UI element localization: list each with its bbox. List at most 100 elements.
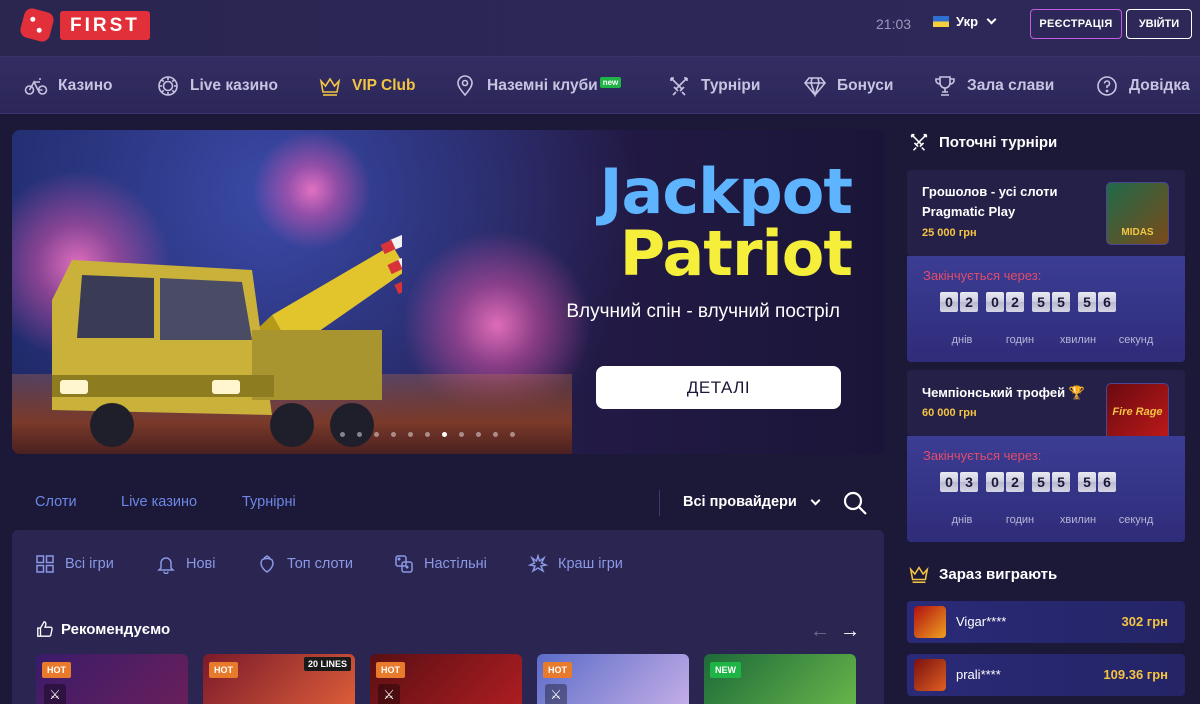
winner-row[interactable]: Vigar**** 302 грн (907, 601, 1185, 643)
tournament-prize: 60 000 грн (922, 407, 977, 419)
language-label: Укр (956, 14, 979, 29)
nav-item-vip-club[interactable]: VIP Club (318, 74, 415, 98)
strawberry-icon (260, 555, 274, 573)
recommended-title: Рекомендуємо (61, 620, 171, 638)
main-nav: Казино Live казино VIP Club Наземні клуб… (0, 57, 1200, 114)
carousel-dot[interactable] (425, 432, 430, 437)
filter-all-games[interactable]: Всі ігри (35, 554, 114, 574)
nav-label: Наземні клуби (487, 77, 598, 94)
chip-icon (158, 76, 178, 96)
carousel-dot[interactable] (442, 432, 447, 437)
countdown-digit: 2 (960, 292, 978, 312)
nav-item-bonuses[interactable]: Бонуси (803, 74, 893, 98)
game-card[interactable]: HOT ⚔ (370, 654, 522, 704)
game-card[interactable]: NEW (704, 654, 856, 704)
nav-item-hall-of-fame[interactable]: Зала слави (933, 74, 1054, 98)
arrow-right-icon[interactable]: → (840, 620, 860, 643)
hot-badge: HOT (42, 662, 71, 678)
carousel-dot[interactable] (340, 432, 345, 437)
minutes-digits: 55 (1032, 472, 1070, 492)
winner-name: prali**** (956, 667, 1001, 682)
tournaments-title: Поточні турніри (939, 133, 1058, 151)
carousel-dot[interactable] (510, 432, 515, 437)
tournament-card[interactable]: Грошолов - усі слоти Pragmatic Play 25 0… (907, 170, 1185, 256)
days-digits: 03 (940, 472, 978, 492)
lines-badge: 20 LINES (303, 657, 351, 671)
tournament-timer: Закінчується через: 02 02 55 56 днів год… (907, 256, 1185, 362)
filter-label: Нові (186, 556, 216, 572)
filter-label: Топ слоти (287, 556, 354, 572)
nav-item-casino[interactable]: Казино (24, 74, 113, 98)
tournament-prize: 25 000 грн (922, 227, 977, 239)
game-card[interactable]: HOT 20 LINES (203, 654, 355, 704)
arrow-left-icon[interactable]: ← (810, 620, 830, 643)
days-digits: 02 (940, 292, 978, 312)
nav-label: Казино (58, 77, 113, 94)
carousel-dot[interactable] (493, 432, 498, 437)
hours-digits: 02 (986, 472, 1024, 492)
filter-top-slots[interactable]: Топ слоти (257, 554, 353, 574)
banner-title-line1: Jackpot (599, 155, 853, 228)
winner-row[interactable]: prali**** 109.36 грн (907, 654, 1185, 696)
banner-tagline: Влучний спін - влучний постріл (566, 301, 840, 322)
game-card[interactable]: HOT ⚔ (537, 654, 689, 704)
winner-name: Vigar**** (956, 614, 1007, 629)
unit-hours: годин (1005, 334, 1035, 346)
winner-amount: 109.36 грн (1103, 667, 1168, 682)
tournaments-heading: Поточні турніри (908, 131, 1057, 153)
countdown-digit: 2 (1006, 472, 1024, 492)
carousel-dot[interactable] (408, 432, 413, 437)
tab-live-casino[interactable]: Live казино (121, 494, 197, 510)
providers-dropdown[interactable]: Всі провайдери (683, 494, 821, 510)
filter-table-games[interactable]: Настільні (394, 554, 487, 574)
thumbnail-label: MIDAS (1121, 227, 1154, 238)
nav-label: Live казино (190, 77, 278, 94)
countdown-digit: 0 (986, 292, 1004, 312)
countdown-digit: 5 (1052, 292, 1070, 312)
seconds-digits: 56 (1078, 472, 1116, 492)
carousel-dot[interactable] (391, 432, 396, 437)
carousel-dot[interactable] (476, 432, 481, 437)
carousel-dot[interactable] (357, 432, 362, 437)
filter-new[interactable]: Нові (156, 554, 215, 574)
unit-days: днів (951, 334, 973, 346)
unit-minutes: хвилин (1059, 334, 1097, 346)
unit-days: днів (951, 514, 973, 526)
countdown-digits: 03 02 55 56 (940, 472, 1116, 492)
promo-banner[interactable]: Jackpot Patriot Влучний спін - влучний п… (12, 130, 884, 454)
language-selector[interactable]: Укр (933, 14, 997, 29)
nav-item-live-casino[interactable]: Live казино (156, 74, 278, 98)
recommended-heading: Рекомендуємо (36, 620, 170, 638)
countdown-digits: 02 02 55 56 (940, 292, 1116, 312)
carousel-dot[interactable] (459, 432, 464, 437)
diamond-icon (803, 77, 827, 98)
divider (659, 490, 660, 516)
login-button[interactable]: УВІЙТИ (1126, 9, 1192, 39)
crown-icon (909, 566, 929, 584)
logo[interactable]: FIRST (18, 6, 150, 44)
nav-label: Турніри (701, 77, 761, 94)
register-button[interactable]: РЕЄСТРАЦІЯ (1030, 9, 1122, 39)
hours-digits: 02 (986, 292, 1024, 312)
thumbs-up-icon (37, 621, 53, 637)
filter-crash-games[interactable]: Краш ігри (528, 554, 623, 574)
tournament-card[interactable]: Чемпіонський трофей 🏆 60 000 грн Fire Ra… (907, 370, 1185, 446)
swords-icon (910, 133, 928, 151)
crown-icon (319, 77, 341, 96)
nav-item-land-clubs[interactable]: Наземні клуби new (453, 74, 622, 98)
tab-tournament-games[interactable]: Турнірні (242, 494, 296, 510)
nav-item-help[interactable]: Довідка (1095, 74, 1190, 98)
nav-item-tournaments[interactable]: Турніри (667, 74, 760, 98)
chevron-down-icon (986, 14, 997, 25)
bell-icon (157, 557, 175, 574)
explosion-icon (528, 554, 548, 573)
game-card[interactable]: HOT ⚔ (36, 654, 188, 704)
banner-details-button[interactable]: ДЕТАЛІ (596, 366, 841, 409)
carousel-dot[interactable] (374, 432, 379, 437)
swords-icon (670, 77, 688, 96)
search-icon[interactable] (842, 490, 868, 516)
ukraine-flag-icon (933, 16, 949, 27)
providers-label: Всі провайдери (683, 494, 797, 510)
tab-slots[interactable]: Слоти (35, 494, 77, 510)
nav-label: Довідка (1129, 77, 1190, 94)
